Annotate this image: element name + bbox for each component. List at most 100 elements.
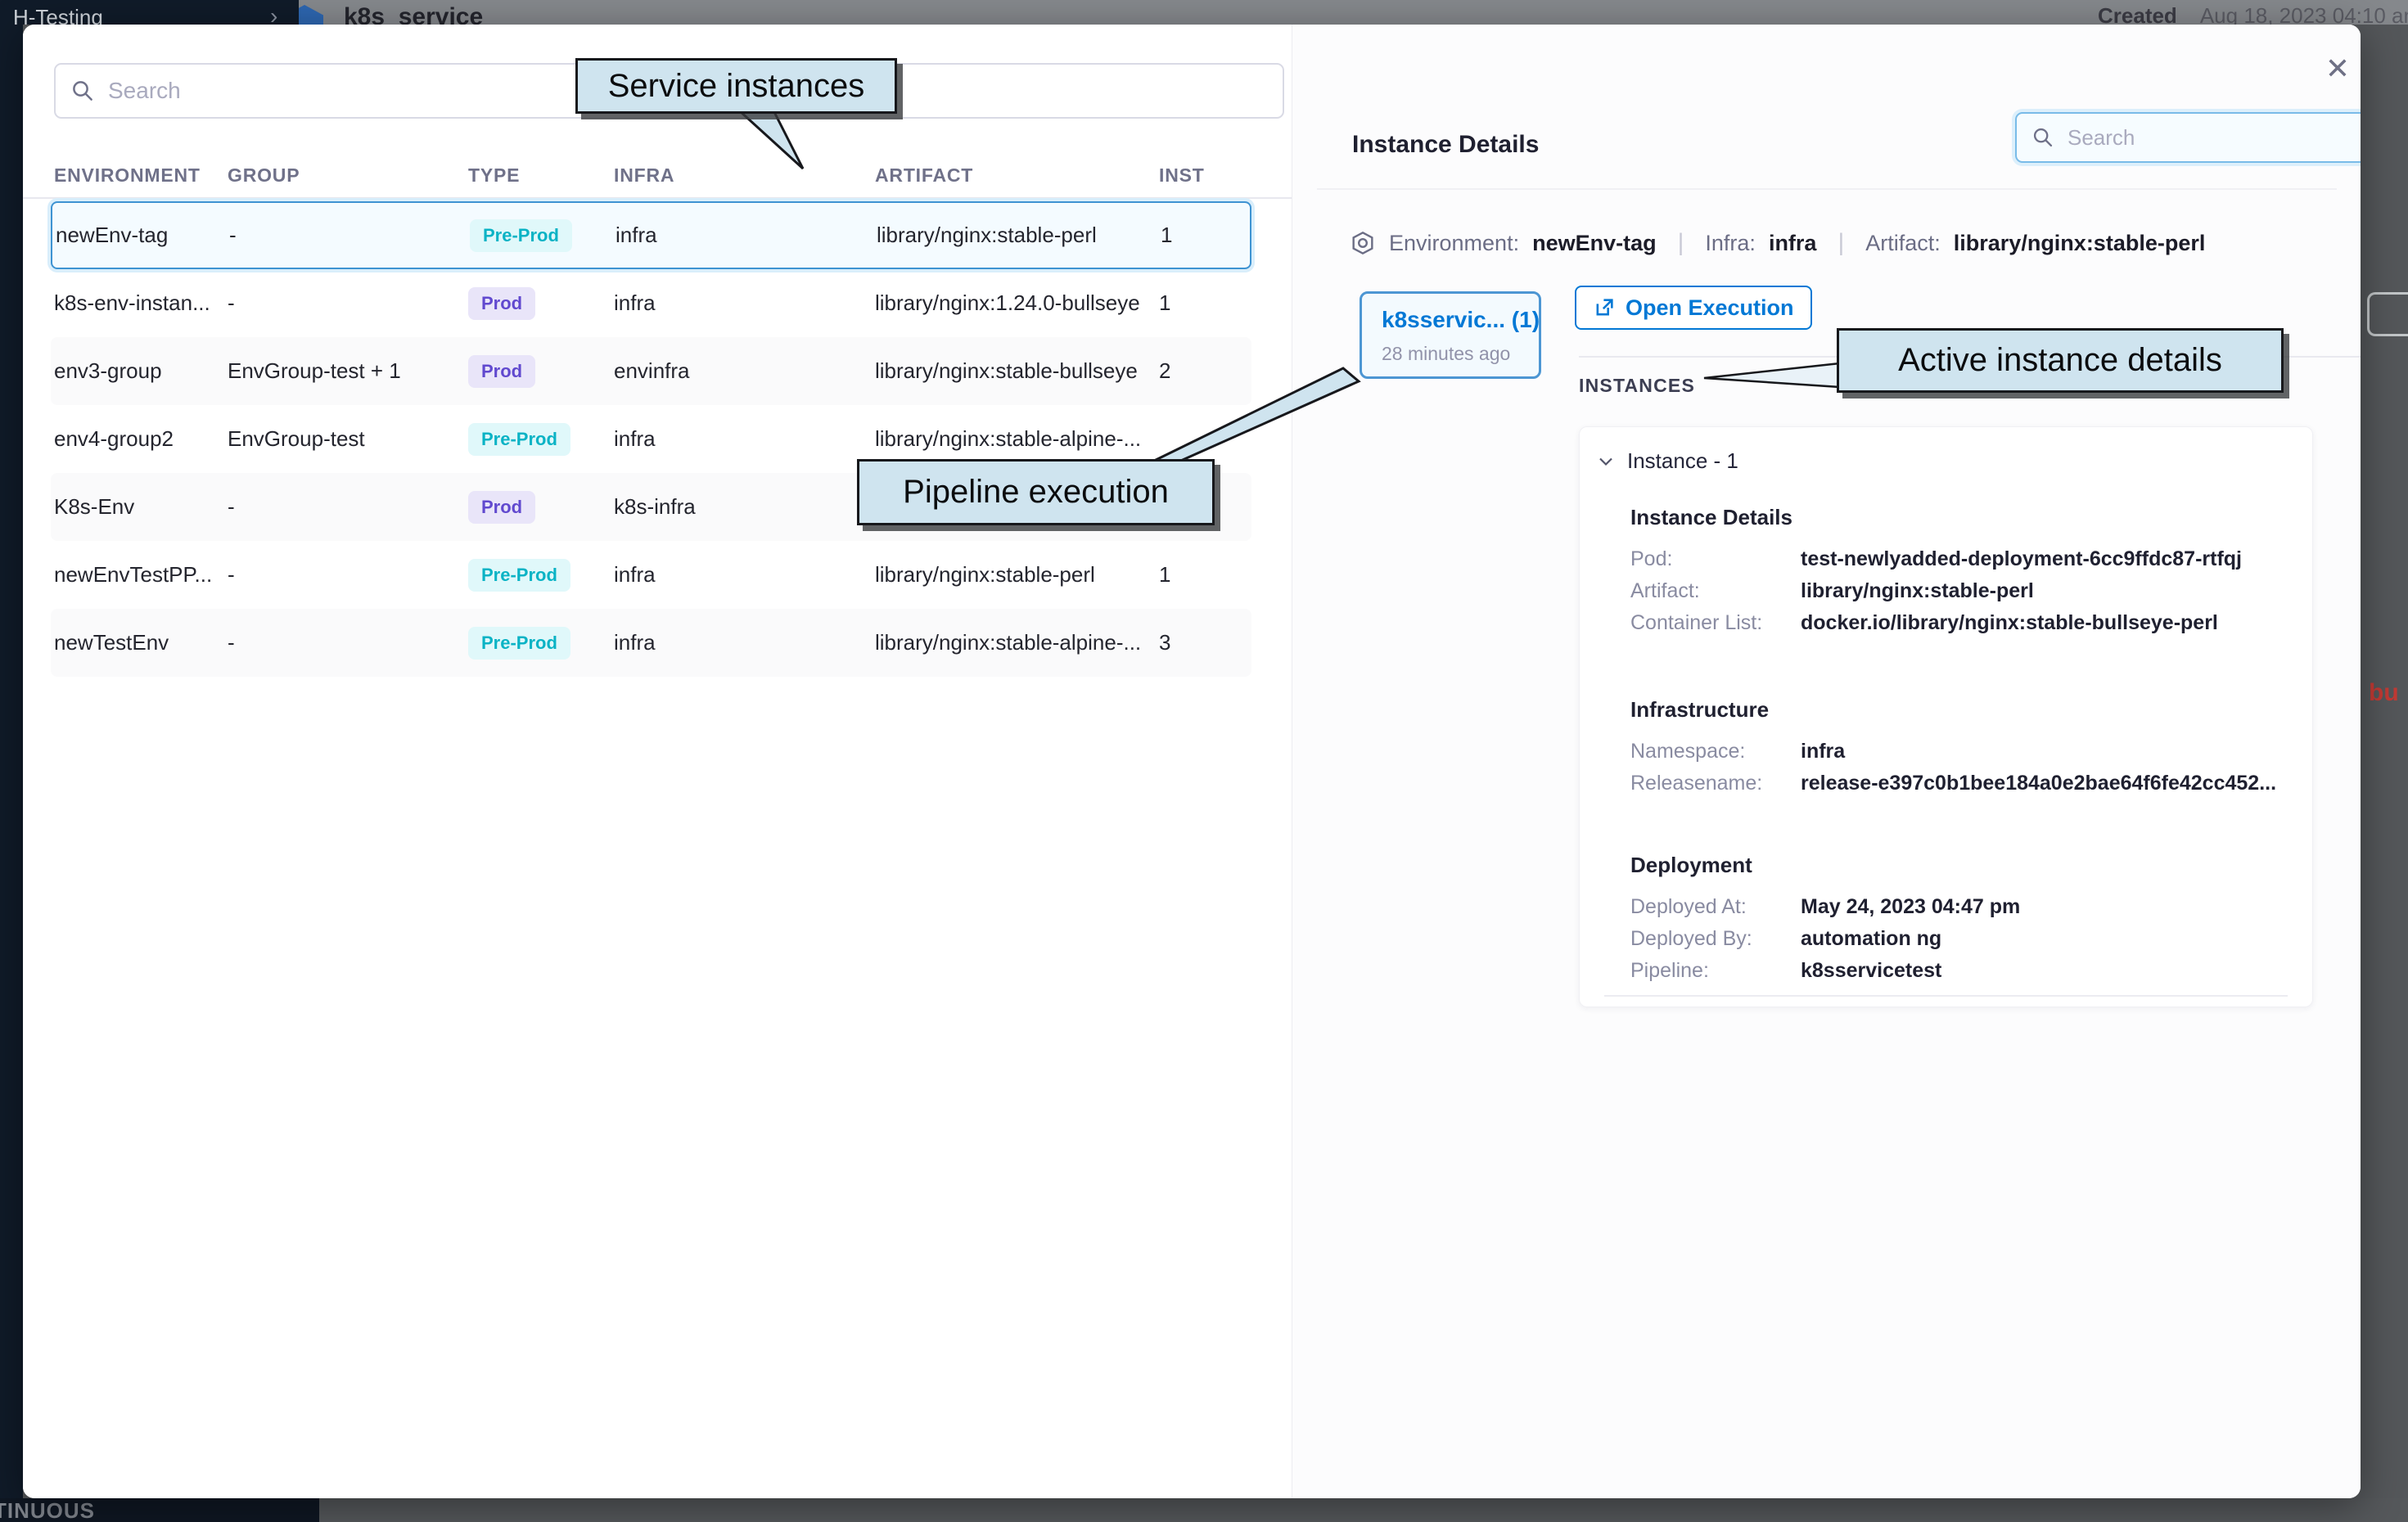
- instance-search[interactable]: [2015, 112, 2361, 163]
- dimmed-sidebar-top: H-Testing ›: [0, 0, 299, 25]
- detail-row: Pipeline: k8sservicetest: [1630, 955, 2020, 987]
- env-type-badge: Pre-Prod: [468, 559, 570, 592]
- search-icon: [70, 79, 95, 103]
- cell-inst: 1: [1159, 290, 1251, 316]
- cell-environment: newEnv-tag: [56, 223, 229, 248]
- callout-service-instances: Service instances: [575, 58, 897, 114]
- open-execution-label: Open Execution: [1626, 295, 1794, 321]
- section-instance-details: Instance Details Pod: test-newlyadded-de…: [1630, 505, 2242, 639]
- detail-label: Container List:: [1630, 607, 1801, 639]
- dimmed-app-header: k8s_service CreatedAug 18, 2023 04:10 am: [0, 0, 2408, 25]
- instance-title: Instance - 1: [1627, 448, 1738, 474]
- col-type: TYPE: [468, 164, 614, 187]
- cell-infra: infra: [614, 426, 875, 452]
- env-type-badge: Pre-Prod: [468, 627, 570, 660]
- cell-inst: 2: [1159, 358, 1251, 384]
- cell-inst: 1: [1161, 223, 1253, 248]
- cell-inst: 1: [1159, 562, 1251, 588]
- cell-infra: infra: [614, 562, 875, 588]
- search-input[interactable]: [2066, 124, 2361, 151]
- env-type-badge: Pre-Prod: [470, 219, 572, 252]
- cell-artifact: library/nginx:stable-alpine-...: [875, 426, 1159, 452]
- cell-type: Prod: [468, 287, 614, 320]
- cell-environment: env4-group2: [54, 426, 228, 452]
- detail-row: Artifact: library/nginx:stable-perl: [1630, 575, 2242, 607]
- detail-label: Deployed At:: [1630, 891, 1801, 923]
- divider: [1604, 995, 2288, 997]
- created-value: Aug 18, 2023 04:10 am: [2200, 3, 2408, 25]
- section-header: Instance Details: [1630, 505, 2242, 530]
- callout-active-instance-details: Active instance details: [1837, 328, 2284, 393]
- instances-list-pane: ENVIRONMENT GROUP TYPE INFRA ARTIFACT IN…: [23, 25, 1292, 1498]
- col-infra: INFRA: [614, 164, 875, 187]
- detail-value: library/nginx:stable-perl: [1801, 575, 2034, 607]
- divider: [1317, 188, 2337, 190]
- detail-row: Deployed By: automation ng: [1630, 923, 2020, 955]
- instance-accordion-toggle[interactable]: Instance - 1: [1596, 448, 1738, 474]
- detail-value: k8sservicetest: [1801, 955, 1941, 987]
- cell-environment: env3-group: [54, 358, 228, 384]
- underlay-created-text: CreatedAug 18, 2023 04:10 am: [2098, 3, 2408, 25]
- instance-details-pane: ✕ Instance Details Environment: newEnv-t…: [1292, 25, 2361, 1498]
- underlay-page-title: k8s_service: [344, 3, 483, 25]
- pane-title: Instance Details: [1352, 131, 1539, 159]
- execution-name: k8sservic... (1): [1382, 307, 1539, 333]
- table-header: ENVIRONMENT GROUP TYPE INFRA ARTIFACT IN…: [23, 154, 1292, 199]
- callout-pipeline-execution: Pipeline execution: [857, 459, 1215, 525]
- detail-row: Deployed At: May 24, 2023 04:47 pm: [1630, 891, 2020, 923]
- chevron-right-icon: ›: [270, 3, 277, 25]
- col-artifact: ARTIFACT: [875, 164, 1159, 187]
- close-icon[interactable]: ✕: [2318, 49, 2357, 88]
- separator: |: [1838, 229, 1844, 257]
- environment-value: newEnv-tag: [1532, 231, 1657, 256]
- cell-inst: 3: [1159, 630, 1251, 655]
- cell-environment: newEnvTestPP...: [54, 562, 228, 588]
- cell-artifact: library/nginx:1.24.0-bullseye: [875, 290, 1159, 316]
- detail-value: infra: [1801, 736, 1845, 768]
- cell-group: -: [228, 290, 468, 316]
- cell-type: Prod: [468, 355, 614, 388]
- cell-group: -: [228, 494, 468, 520]
- table-row[interactable]: k8s-env-instan... - Prod infra library/n…: [51, 269, 1251, 337]
- dimmed-sidebar-edge: [0, 25, 23, 1498]
- table-row[interactable]: env3-group EnvGroup-test + 1 Prod envinf…: [51, 337, 1251, 405]
- env-type-badge: Prod: [468, 287, 535, 320]
- section-infrastructure: Infrastructure Namespace: infra Releasen…: [1630, 697, 2276, 799]
- underlay-red-text-fragment: bu: [2369, 679, 2399, 707]
- open-execution-button[interactable]: Open Execution: [1575, 286, 1812, 330]
- section-header: Infrastructure: [1630, 697, 2276, 723]
- detail-label: Namespace:: [1630, 736, 1801, 768]
- cell-type: Prod: [468, 491, 614, 524]
- section-header: Deployment: [1630, 853, 2020, 878]
- col-group: GROUP: [228, 164, 468, 187]
- selection-summary: Environment: newEnv-tag | Infra: infra |…: [1350, 229, 2205, 257]
- detail-value: docker.io/library/nginx:stable-bullseye-…: [1801, 607, 2218, 639]
- cell-type: Pre-Prod: [470, 219, 616, 252]
- cell-type: Pre-Prod: [468, 423, 614, 456]
- cell-group: -: [229, 223, 470, 248]
- section-deployment: Deployment Deployed At: May 24, 2023 04:…: [1630, 853, 2020, 987]
- cell-infra: infra: [616, 223, 877, 248]
- env-type-badge: Pre-Prod: [468, 423, 570, 456]
- table-row[interactable]: newEnvTestPP... - Pre-Prod infra library…: [51, 541, 1251, 609]
- cell-environment: K8s-Env: [54, 494, 228, 520]
- chevron-down-icon: [1596, 452, 1616, 471]
- cell-infra: infra: [614, 630, 875, 655]
- cell-artifact: library/nginx:stable-bullseye: [875, 358, 1159, 384]
- col-environment: ENVIRONMENT: [54, 164, 228, 187]
- screen: k8s_service CreatedAug 18, 2023 04:10 am…: [0, 0, 2408, 1522]
- instance-card: Instance - 1 Instance Details Pod: test-…: [1579, 426, 2313, 1007]
- detail-value: automation ng: [1801, 923, 1941, 955]
- environment-icon: [1350, 230, 1376, 256]
- cell-group: -: [228, 630, 468, 655]
- execution-card[interactable]: k8sservic... (1) 28 minutes ago: [1360, 291, 1541, 379]
- dimmed-sidebar-bottom: TINUOUS: [0, 1498, 319, 1522]
- instances-heading: INSTANCES: [1579, 375, 1695, 397]
- underlay-nav-text: TINUOUS: [0, 1498, 95, 1522]
- table-row[interactable]: newTestEnv - Pre-Prod infra library/ngin…: [51, 609, 1251, 677]
- cell-group: EnvGroup-test: [228, 426, 468, 452]
- environment-label: Environment:: [1389, 231, 1519, 256]
- detail-label: Artifact:: [1630, 575, 1801, 607]
- table-row-selected[interactable]: newEnv-tag - Pre-Prod infra library/ngin…: [51, 201, 1251, 269]
- env-type-badge: Prod: [468, 491, 535, 524]
